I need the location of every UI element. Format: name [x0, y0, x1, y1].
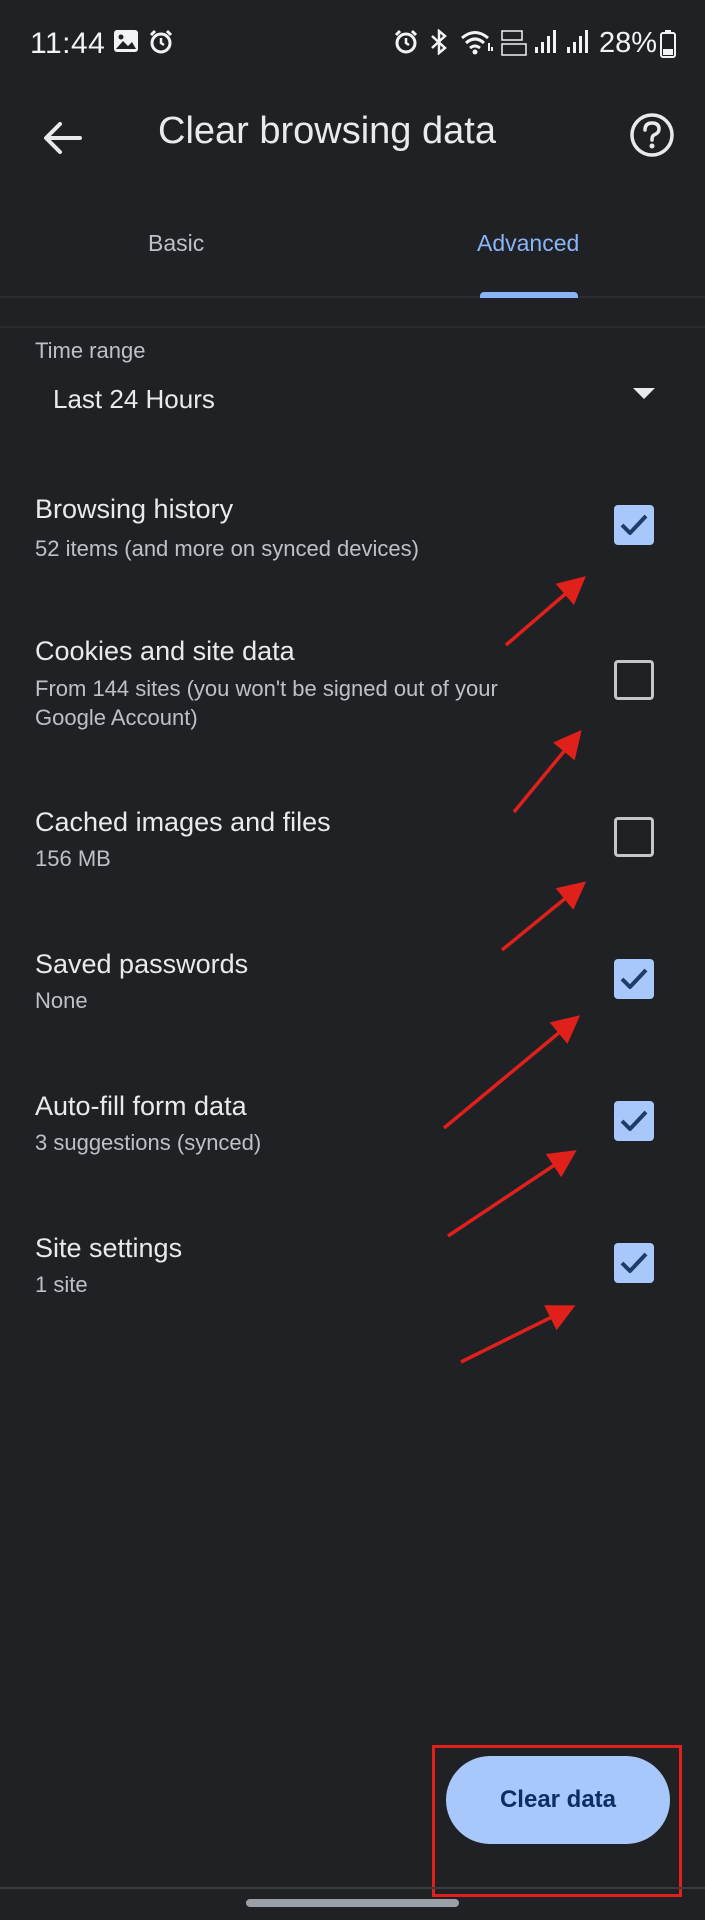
annotation-arrow	[512, 729, 582, 814]
bottom-divider	[0, 1887, 705, 1889]
annotation-arrow	[460, 1305, 576, 1364]
home-indicator[interactable]	[246, 1899, 459, 1907]
clear-data-button[interactable]: Clear data	[446, 1756, 670, 1844]
annotation-arrow	[442, 1015, 581, 1130]
screen: 11:44 28% Clear browsing data Basic Adva…	[0, 0, 705, 1920]
annotation-arrow	[447, 1150, 577, 1238]
annotation-arrows	[442, 576, 587, 1364]
annotation-arrow	[500, 881, 587, 952]
annotation-arrow	[504, 576, 586, 647]
